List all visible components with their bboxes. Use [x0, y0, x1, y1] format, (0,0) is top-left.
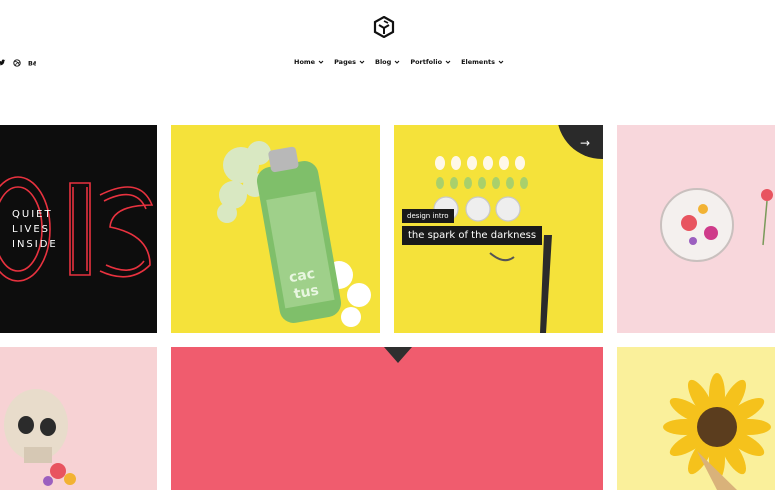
chevron-down-icon — [318, 60, 324, 64]
nav-home-label: Home — [294, 58, 316, 66]
behance-icon[interactable]: Bē — [28, 59, 36, 67]
chevron-down-icon — [445, 60, 451, 64]
dribbble-icon[interactable] — [13, 59, 21, 67]
portfolio-item-coral[interactable] — [171, 347, 603, 490]
svg-text:Bē: Bē — [28, 59, 36, 67]
coral-wall-image — [384, 347, 412, 363]
nav-portfolio[interactable]: Portfolio — [410, 58, 451, 66]
chevron-down-icon — [498, 60, 504, 64]
portfolio-item-sunflower[interactable] — [617, 347, 775, 490]
neon-sign-text: QUIET LIVES INSIDE — [12, 209, 58, 250]
arrow-right-icon: → — [579, 136, 590, 150]
portfolio-item-bowl[interactable] — [617, 125, 775, 333]
nav-blog-label: Blog — [375, 58, 392, 66]
post-category[interactable]: design intro — [402, 209, 454, 223]
cactus-bottle-image: cac tus — [217, 141, 371, 327]
chevron-down-icon — [359, 60, 365, 64]
main-nav: Home Pages Blog Portfolio Elements — [294, 58, 504, 66]
flower-bowl-image — [660, 188, 773, 262]
twitter-icon[interactable] — [0, 59, 6, 67]
post-title[interactable]: the spark of the darkness — [402, 226, 543, 245]
portfolio-item-cactus[interactable]: cac tus — [171, 125, 380, 333]
next-arrow-button[interactable]: → — [557, 125, 603, 159]
nav-blog[interactable]: Blog — [375, 58, 400, 66]
portfolio-item-neon[interactable]: QUIET LIVES INSIDE — [0, 125, 157, 333]
nav-elements-label: Elements — [461, 58, 495, 66]
nav-elements[interactable]: Elements — [461, 58, 504, 66]
cube-logo-icon[interactable] — [373, 16, 395, 38]
chevron-down-icon — [394, 60, 400, 64]
nav-pages-label: Pages — [334, 58, 356, 66]
nav-pages[interactable]: Pages — [334, 58, 365, 66]
skull-image — [4, 389, 76, 486]
sunflower-image — [663, 373, 771, 490]
social-links: Bē — [0, 59, 36, 67]
nav-home[interactable]: Home — [294, 58, 324, 66]
portfolio-item-featured[interactable]: → design intro the spark of the darkness — [394, 125, 603, 333]
portfolio-item-skull[interactable] — [0, 347, 157, 490]
nav-portfolio-label: Portfolio — [410, 58, 443, 66]
